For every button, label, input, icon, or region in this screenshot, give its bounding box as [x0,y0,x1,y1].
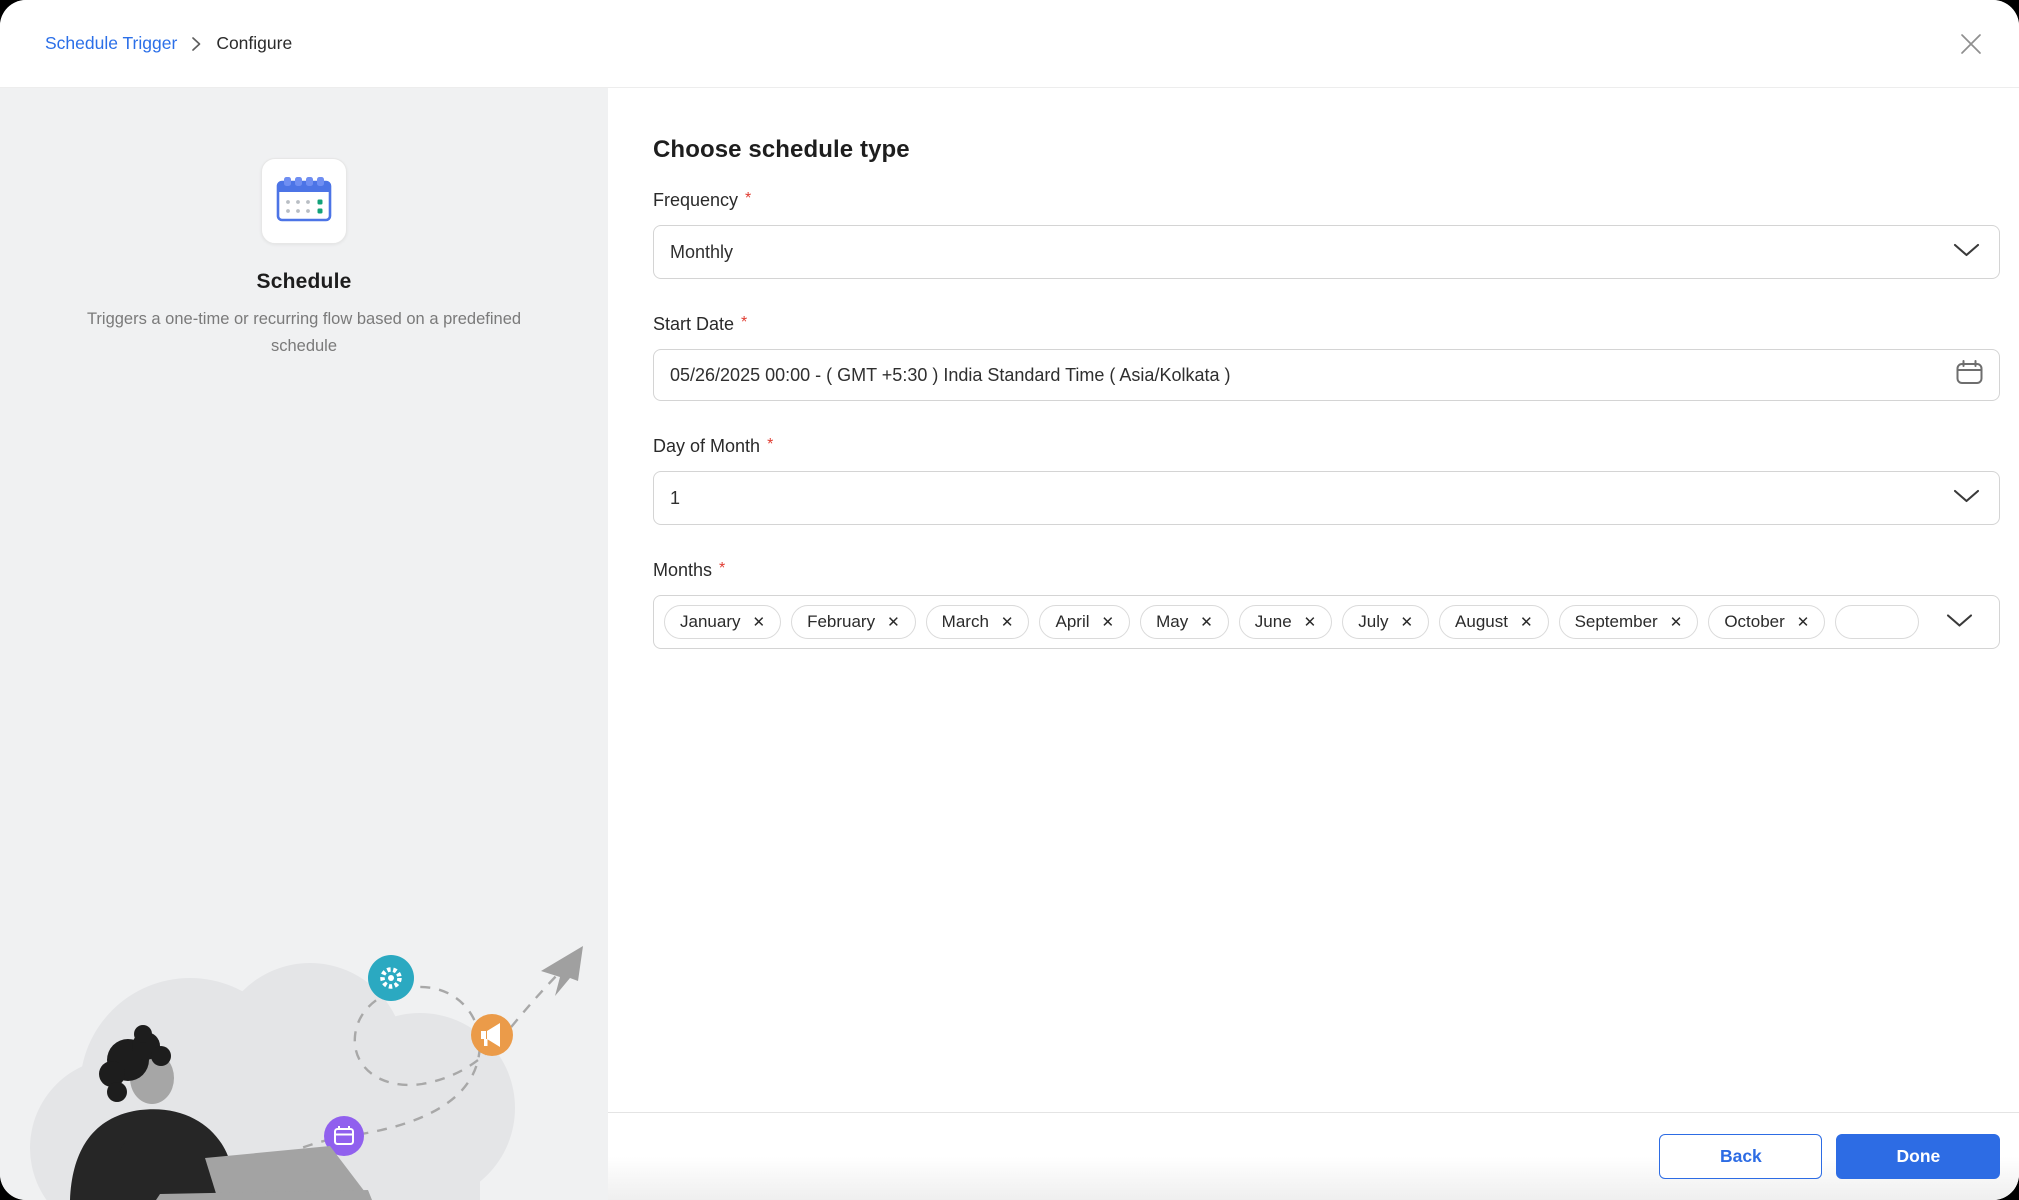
month-chip: February ✕ [791,605,916,639]
chip-remove-icon[interactable]: ✕ [1200,615,1213,630]
month-chip-label: August [1455,612,1508,632]
months-group: Months * January ✕ February ✕ March ✕ Ap… [653,560,2000,649]
chip-remove-icon[interactable]: ✕ [1400,615,1413,630]
schedule-icon-card [261,158,347,244]
chip-remove-icon[interactable]: ✕ [887,615,900,630]
month-chip-label: February [807,612,875,632]
chevron-right-icon [191,36,202,52]
chip-remove-icon[interactable]: ✕ [1520,615,1533,630]
month-chip-label: October [1724,612,1784,632]
month-chip-label: April [1055,612,1089,632]
dialog-body: Schedule Triggers a one-time or recurrin… [0,88,2019,1200]
trigger-title: Schedule [0,270,608,294]
calendar-icon [275,173,333,230]
month-chip-label: January [680,612,740,632]
day-of-month-label: Day of Month * [653,436,2000,457]
close-button[interactable] [1957,31,1985,59]
trigger-info-sidebar: Schedule Triggers a one-time or recurrin… [0,88,608,1200]
month-chip: April ✕ [1039,605,1130,639]
breadcrumb: Schedule Trigger Configure [45,33,292,54]
month-chip-label: June [1255,612,1292,632]
chip-remove-icon[interactable]: ✕ [1797,615,1810,630]
months-multiselect[interactable]: January ✕ February ✕ March ✕ April ✕ May… [653,595,2000,649]
chip-remove-icon[interactable]: ✕ [1102,615,1115,630]
dialog-footer: Back Done [608,1112,2019,1200]
calendar-picker-icon[interactable] [1956,360,1983,391]
start-date-group: Start Date * 05/26/2025 00:00 - ( GMT +5… [653,314,2000,401]
day-of-month-value: 1 [670,488,680,509]
required-marker: * [719,561,725,577]
start-date-label: Start Date * [653,314,2000,335]
month-chip: October ✕ [1708,605,1825,639]
month-chip-label: May [1156,612,1188,632]
month-chip: July ✕ [1342,605,1429,639]
breadcrumb-link-schedule-trigger[interactable]: Schedule Trigger [45,33,177,54]
month-chip: June ✕ [1239,605,1332,639]
chip-remove-icon[interactable]: ✕ [752,615,765,630]
frequency-group: Frequency * Monthly [653,190,2000,279]
chevron-down-icon [1953,242,1980,263]
schedule-trigger-dialog: Schedule Trigger Configure [0,0,2019,1200]
arrow-icon [541,946,583,996]
sidebar-illustration [0,908,608,1200]
month-chip-partial [1835,605,1919,639]
month-chip: September ✕ [1559,605,1699,639]
month-chip: March ✕ [926,605,1030,639]
frequency-select[interactable]: Monthly [653,225,2000,279]
month-chip: May ✕ [1140,605,1229,639]
month-chip: August ✕ [1439,605,1549,639]
dialog-header: Schedule Trigger Configure [0,0,2019,88]
day-of-month-select[interactable]: 1 [653,471,2000,525]
configure-panel: Choose schedule type Frequency * Monthly… [608,88,2019,1200]
months-label: Months * [653,560,2000,581]
chevron-down-icon [1946,612,1973,633]
required-marker: * [741,315,747,331]
day-of-month-group: Day of Month * 1 [653,436,2000,525]
months-chip-list: January ✕ February ✕ March ✕ April ✕ May… [664,605,1999,639]
chip-remove-icon[interactable]: ✕ [1001,615,1014,630]
required-marker: * [745,191,751,207]
done-button[interactable]: Done [1836,1134,2000,1179]
back-button[interactable]: Back [1659,1134,1822,1179]
required-marker: * [767,437,773,453]
month-chip-label: July [1358,612,1388,632]
gear-icon [368,955,414,1001]
start-date-value: 05/26/2025 00:00 - ( GMT +5:30 ) India S… [670,365,1230,386]
megaphone-icon [471,1014,513,1056]
months-expand-control[interactable] [1921,598,1997,646]
breadcrumb-current: Configure [216,33,292,54]
frequency-label: Frequency * [653,190,2000,211]
month-chip-label: September [1575,612,1658,632]
chip-remove-icon[interactable]: ✕ [1670,615,1683,630]
start-date-input[interactable]: 05/26/2025 00:00 - ( GMT +5:30 ) India S… [653,349,2000,401]
frequency-value: Monthly [670,242,733,263]
close-icon [1958,31,1984,60]
chevron-down-icon [1953,488,1980,509]
month-chip: January ✕ [664,605,781,639]
month-chip-label: March [942,612,989,632]
chip-remove-icon[interactable]: ✕ [1304,615,1317,630]
panel-heading: Choose schedule type [653,136,2000,164]
trigger-description: Triggers a one-time or recurring flow ba… [54,306,554,359]
